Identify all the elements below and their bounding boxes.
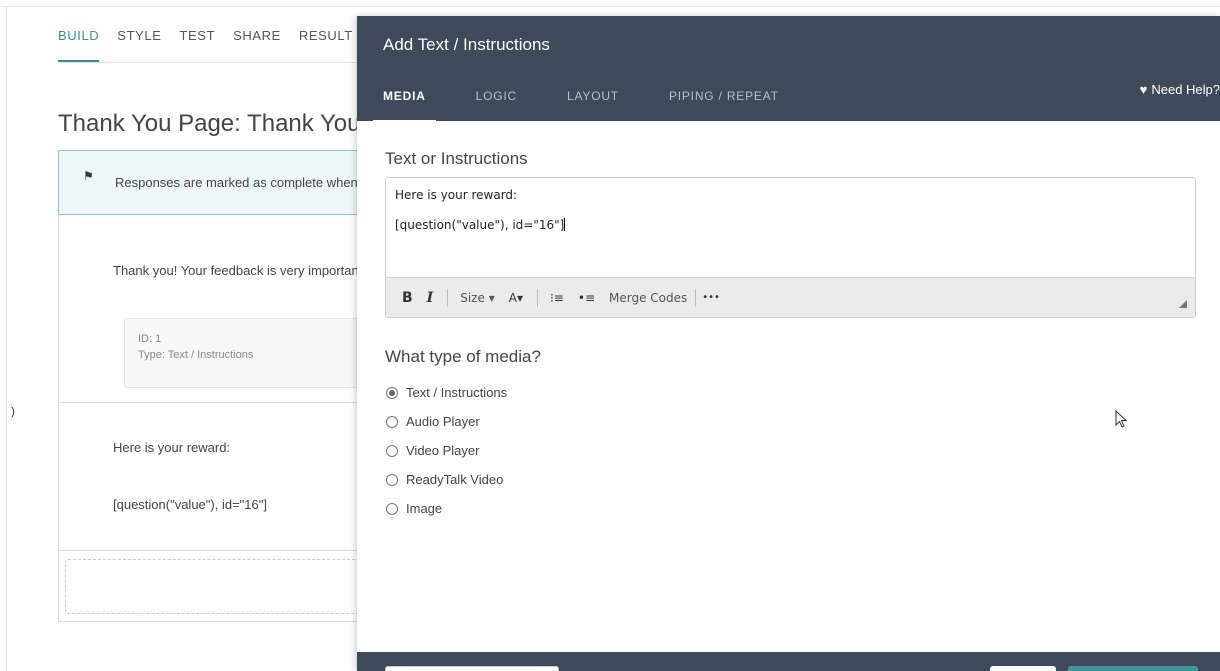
- tab-style[interactable]: STYLE: [117, 0, 161, 63]
- modal-footer: [357, 652, 1220, 671]
- font-size-label: Size: [460, 290, 485, 305]
- tab-build[interactable]: BUILD: [58, 0, 100, 63]
- thanks-text[interactable]: Thank you! Your feedback is very importa…: [113, 263, 358, 278]
- chevron-down-icon: ▾: [488, 290, 495, 305]
- bulleted-list-icon[interactable]: •≡: [578, 291, 595, 305]
- bold-button[interactable]: B: [402, 290, 413, 306]
- editor-merge-code: [question("value"), id="16"]: [395, 218, 565, 232]
- merge-code-text[interactable]: [question("value"), id="16"]: [113, 497, 267, 512]
- toolbar-separator: [447, 288, 449, 307]
- tab-share[interactable]: SHARE: [233, 0, 281, 63]
- media-option-image[interactable]: Image: [386, 494, 507, 523]
- modal-tabs: MEDIA LOGIC LAYOUT PIPING / REPEAT: [373, 74, 829, 123]
- media-option-label: ReadyTalk Video: [406, 472, 504, 487]
- font-size-dropdown[interactable]: Size ▾: [460, 291, 495, 305]
- footer-secondary-button[interactable]: [385, 666, 559, 671]
- need-help-link[interactable]: ♥ Need Help?: [1140, 82, 1220, 97]
- rich-text-editor: Here is your reward: [question("value"),…: [385, 177, 1196, 318]
- resize-handle-icon[interactable]: [1179, 300, 1187, 308]
- modal-title: Add Text / Instructions: [383, 35, 550, 54]
- editor-toolbar: B I Size ▾ A▾ ⁝≡ •≡ Merge Codes •••: [386, 277, 1195, 317]
- question-id: ID: 1: [138, 333, 162, 345]
- modal-header: Add Text / Instructions MEDIA LOGIC LAYO…: [357, 16, 1220, 123]
- media-option-label: Image: [406, 501, 443, 516]
- text-color-icon: A: [508, 290, 517, 305]
- need-help-label: Need Help?: [1151, 82, 1220, 97]
- toolbar-separator: [695, 288, 697, 307]
- more-options-icon[interactable]: •••: [702, 292, 720, 303]
- question-type: Type: Text / Instructions: [138, 349, 254, 361]
- question-id-box[interactable]: ID: 1 Type: Text / Instructions: [124, 318, 358, 388]
- tab-media[interactable]: MEDIA: [373, 74, 436, 123]
- chevron-down-icon: ▾: [516, 290, 523, 305]
- media-option-audio[interactable]: Audio Player: [386, 407, 507, 436]
- media-type-radio-group: Text / Instructions Audio Player Video P…: [386, 378, 507, 523]
- tab-logic[interactable]: LOGIC: [466, 74, 527, 121]
- cancel-button[interactable]: [990, 666, 1056, 671]
- heart-icon: ♥: [1139, 82, 1148, 97]
- radio-unchecked[interactable]: [386, 444, 398, 457]
- media-option-label: Text / Instructions: [406, 385, 508, 400]
- mouse-pointer-icon: [1115, 410, 1128, 428]
- flag-icon: ⚑: [83, 169, 94, 183]
- tabs-underline: [58, 62, 358, 63]
- divider: [58, 550, 358, 551]
- radio-unchecked[interactable]: [386, 473, 398, 486]
- add-text-modal: Add Text / Instructions MEDIA LOGIC LAYO…: [357, 16, 1220, 671]
- tab-results[interactable]: RESULT: [299, 0, 353, 63]
- page-title: Thank You Page: Thank You!: [58, 110, 368, 137]
- save-button[interactable]: [1068, 666, 1198, 671]
- reward-text[interactable]: Here is your reward:: [113, 440, 230, 455]
- editor-line: [question("value"), id="16"]: [395, 217, 1186, 233]
- editor-content[interactable]: Here is your reward: [question("value"),…: [386, 178, 1195, 277]
- builder-tabs: BUILD STYLE TEST SHARE RESULT: [58, 0, 371, 63]
- left-border: [6, 6, 7, 671]
- add-question-dropzone[interactable]: [65, 559, 358, 614]
- notice-text: Responses are marked as complete when: [115, 175, 358, 190]
- media-option-readytalk[interactable]: ReadyTalk Video: [386, 465, 507, 494]
- text-caret: [564, 218, 566, 231]
- tab-layout[interactable]: LAYOUT: [557, 74, 629, 121]
- media-option-video[interactable]: Video Player: [386, 436, 507, 465]
- tab-test[interactable]: TEST: [179, 0, 215, 63]
- media-option-label: Video Player: [406, 443, 480, 458]
- completion-notice: ⚑ Responses are marked as complete when: [58, 150, 358, 215]
- media-option-text[interactable]: Text / Instructions: [386, 378, 507, 407]
- toolbar-separator: [536, 288, 538, 307]
- text-color-dropdown[interactable]: A▾: [509, 291, 523, 305]
- media-option-label: Audio Player: [406, 414, 480, 429]
- tab-piping-repeat[interactable]: PIPING / REPEAT: [659, 74, 789, 121]
- radio-checked[interactable]: [386, 386, 398, 399]
- text-section-label: Text or Instructions: [385, 149, 528, 168]
- radio-unchecked[interactable]: [386, 415, 398, 428]
- numbered-list-icon[interactable]: ⁝≡: [550, 291, 564, 305]
- media-section-label: What type of media?: [385, 347, 541, 366]
- editor-line: Here is your reward:: [395, 188, 518, 202]
- edge-glyph: ): [11, 404, 15, 418]
- italic-button[interactable]: I: [427, 290, 434, 306]
- radio-unchecked[interactable]: [386, 502, 398, 515]
- divider: [58, 402, 358, 403]
- merge-codes-button[interactable]: Merge Codes: [609, 291, 687, 305]
